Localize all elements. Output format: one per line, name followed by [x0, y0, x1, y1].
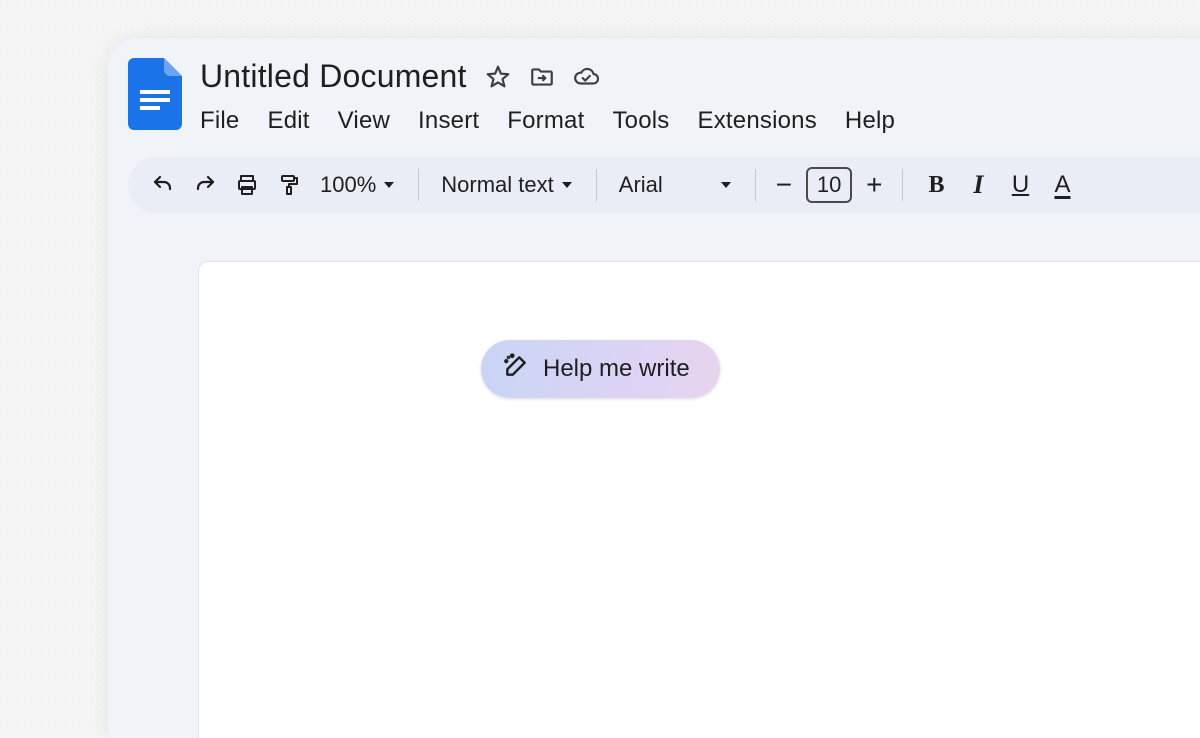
italic-button[interactable]: I: [959, 166, 997, 204]
font-family-dropdown[interactable]: Arial: [611, 166, 741, 204]
underline-button[interactable]: U: [1001, 166, 1039, 204]
menu-view[interactable]: View: [338, 105, 390, 137]
magic-pen-icon: [503, 353, 529, 386]
separator: [902, 169, 903, 201]
font-family-value: Arial: [619, 172, 663, 198]
star-icon[interactable]: [485, 64, 511, 90]
font-size-input[interactable]: 10: [806, 167, 852, 203]
chevron-down-icon: [382, 172, 396, 198]
paragraph-style-dropdown[interactable]: Normal text: [433, 166, 581, 204]
zoom-value: 100%: [320, 172, 376, 198]
toolbar: 100% Normal text Arial − 10 +: [128, 157, 1200, 213]
separator: [596, 169, 597, 201]
menu-insert[interactable]: Insert: [418, 105, 479, 137]
menu-extensions[interactable]: Extensions: [698, 105, 817, 137]
separator: [418, 169, 419, 201]
menu-bar: File Edit View Insert Format Tools Exten…: [200, 105, 895, 137]
bold-button[interactable]: B: [917, 166, 955, 204]
title-bar: Untitled Document: [108, 38, 1200, 137]
help-me-write-button[interactable]: Help me write: [481, 340, 720, 398]
decrease-font-size-button[interactable]: −: [770, 169, 798, 201]
font-size-group: − 10 +: [770, 167, 889, 203]
print-button[interactable]: [228, 166, 266, 204]
help-me-write-label: Help me write: [543, 355, 690, 383]
docs-window: Untitled Document: [108, 38, 1200, 738]
chevron-down-icon: [719, 172, 733, 198]
increase-font-size-button[interactable]: +: [860, 169, 888, 201]
menu-edit[interactable]: Edit: [267, 105, 309, 137]
move-to-folder-icon[interactable]: [529, 64, 555, 90]
paragraph-style-value: Normal text: [441, 172, 553, 198]
document-page[interactable]: Help me write: [198, 261, 1200, 738]
redo-button[interactable]: [186, 166, 224, 204]
menu-format[interactable]: Format: [507, 105, 584, 137]
document-title[interactable]: Untitled Document: [200, 58, 467, 95]
menu-tools[interactable]: Tools: [612, 105, 669, 137]
font-size-value: 10: [817, 172, 841, 198]
text-color-button[interactable]: A: [1043, 166, 1081, 204]
chevron-down-icon: [560, 172, 574, 198]
paint-format-button[interactable]: [270, 166, 308, 204]
undo-button[interactable]: [144, 166, 182, 204]
cloud-saved-icon[interactable]: [573, 64, 599, 90]
menu-file[interactable]: File: [200, 105, 239, 137]
zoom-dropdown[interactable]: 100%: [312, 166, 404, 204]
document-area: Help me write: [108, 261, 1200, 738]
menu-help[interactable]: Help: [845, 105, 895, 137]
docs-logo-icon[interactable]: [128, 58, 182, 130]
separator: [755, 169, 756, 201]
